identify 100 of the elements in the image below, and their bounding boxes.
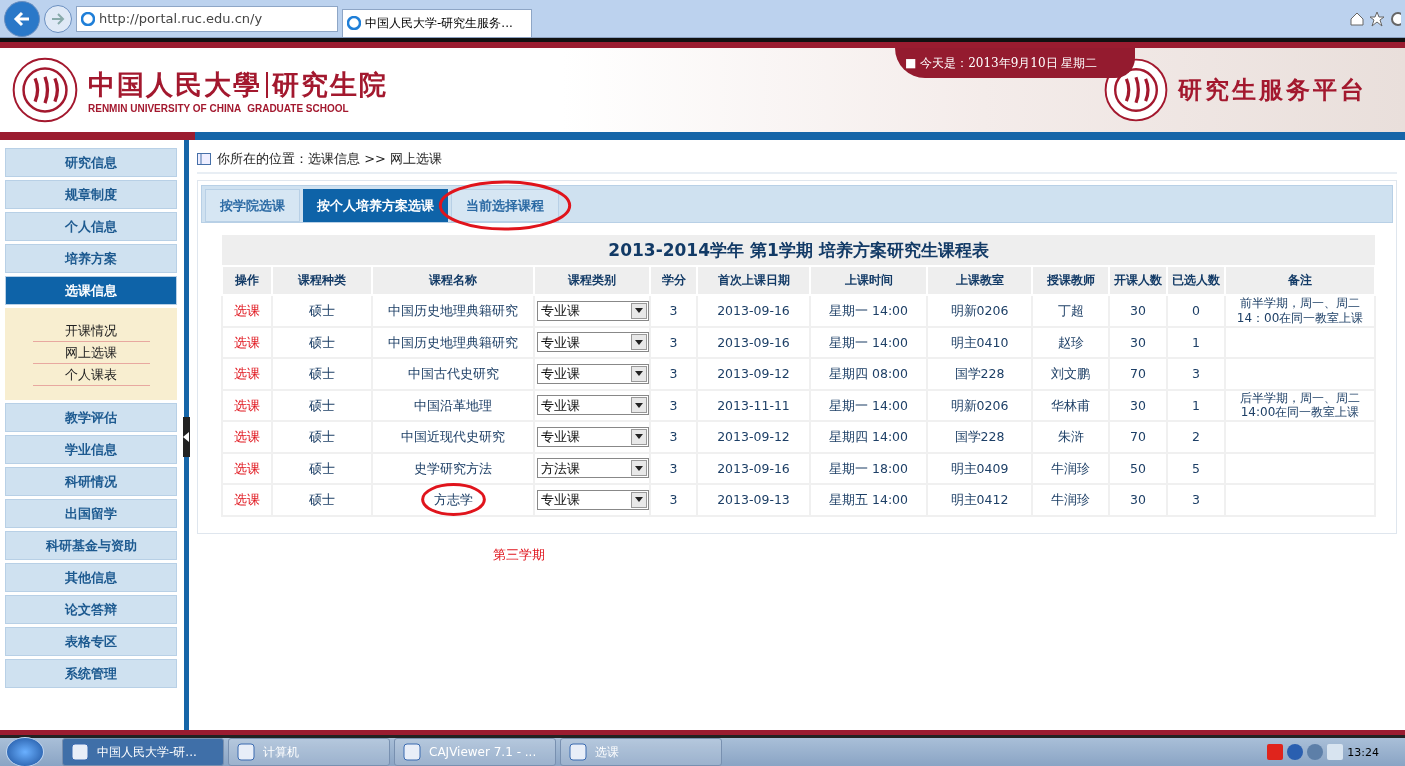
sidebar-item[interactable]: 科研基金与资助 bbox=[5, 531, 178, 560]
table-cell: 3 bbox=[650, 484, 697, 516]
taskbar-item[interactable]: 中国人民大学-研... bbox=[62, 738, 224, 766]
forward-button[interactable] bbox=[44, 4, 72, 33]
browser-icon bbox=[347, 16, 361, 30]
sidebar-item[interactable]: 个人信息 bbox=[5, 212, 178, 241]
column-header: 已选人数 bbox=[1167, 266, 1225, 295]
table-cell: 前半学期，周一、周二14：00在同一教室上课 bbox=[1225, 295, 1376, 327]
sidebar-item[interactable]: 研究信息 bbox=[5, 148, 178, 177]
table-cell: 2013-09-12 bbox=[697, 421, 810, 453]
table-cell: 2013-09-12 bbox=[697, 358, 810, 390]
sidebar-item[interactable]: 培养方案 bbox=[5, 244, 178, 273]
table-cell: 明主0412 bbox=[927, 484, 1032, 516]
table-cell: 3 bbox=[1167, 484, 1225, 516]
table-cell: 2013-09-16 bbox=[697, 452, 810, 484]
home-icon[interactable] bbox=[1349, 10, 1365, 27]
tab[interactable]: 按学院选课 bbox=[205, 189, 300, 222]
sidebar-item[interactable]: 规章制度 bbox=[5, 180, 178, 209]
platform-title: 研究生服务平台 bbox=[1178, 74, 1367, 106]
select-course-link[interactable]: 选课 bbox=[222, 295, 272, 327]
sidebar-item[interactable]: 出国留学 bbox=[5, 499, 178, 528]
category-dropdown[interactable]: 专业课 bbox=[537, 363, 649, 384]
table-cell: 后半学期，周一、周二14:00在同一教室上课 bbox=[1225, 389, 1376, 421]
table-cell: 星期五 14:00 bbox=[810, 484, 927, 516]
table-cell: 硕士 bbox=[272, 326, 372, 358]
table-cell: 国学228 bbox=[927, 358, 1032, 390]
select-course-link[interactable]: 选课 bbox=[222, 326, 272, 358]
sidebar-item[interactable]: 表格专区 bbox=[5, 627, 178, 656]
category-dropdown[interactable]: 方法课 bbox=[537, 458, 649, 479]
start-button[interactable] bbox=[6, 737, 44, 766]
sidebar-item[interactable]: 其他信息 bbox=[5, 563, 178, 592]
table-cell: 中国沿革地理 bbox=[372, 389, 534, 421]
table-cell: 中国近现代史研究 bbox=[372, 421, 534, 453]
column-header: 上课时间 bbox=[810, 266, 927, 295]
address-text: http://portal.ruc.edu.cn/y bbox=[99, 11, 263, 26]
table-cell: 2 bbox=[1167, 421, 1225, 453]
submenu-item[interactable]: 开课情况 bbox=[32, 320, 150, 342]
location-icon bbox=[197, 153, 211, 165]
browser-icon bbox=[81, 11, 95, 26]
sidebar-item[interactable]: 论文答辩 bbox=[5, 595, 178, 624]
table-cell: 中国古代史研究 bbox=[372, 358, 534, 390]
select-course-link[interactable]: 选课 bbox=[222, 421, 272, 453]
department-name-english: GRADUATE SCHOOL bbox=[247, 102, 349, 114]
table-cell: 硕士 bbox=[272, 484, 372, 516]
table-cell: 70 bbox=[1109, 421, 1167, 453]
caret-icon bbox=[635, 497, 643, 503]
table-cell: 硕士 bbox=[272, 389, 372, 421]
annotation-ellipse bbox=[421, 484, 485, 516]
school-name-english: RENMIN UNIVERSITY OF CHINA bbox=[88, 102, 242, 114]
forward-arrow-icon bbox=[51, 11, 65, 26]
collapse-handle[interactable] bbox=[183, 417, 191, 457]
table-cell: 1 bbox=[1167, 326, 1225, 358]
table-cell: 3 bbox=[650, 358, 697, 390]
school-name: 中国人民大學 bbox=[88, 67, 262, 102]
tab[interactable]: 当前选择课程 bbox=[451, 189, 559, 222]
table-cell: 方志学 bbox=[372, 484, 534, 516]
sidebar-item[interactable]: 学业信息 bbox=[5, 435, 178, 464]
app-icon bbox=[403, 743, 421, 761]
tab[interactable]: 按个人培养方案选课 bbox=[303, 189, 448, 222]
sidebar-item[interactable]: 科研情况 bbox=[5, 467, 178, 496]
select-course-link[interactable]: 选课 bbox=[222, 389, 272, 421]
table-cell: 史学研究方法 bbox=[372, 452, 534, 484]
browser-tab[interactable]: 中国人民大学-研究生服务... bbox=[342, 8, 532, 37]
caret-icon bbox=[635, 465, 643, 471]
select-course-link[interactable]: 选课 bbox=[222, 484, 272, 516]
table-cell: 5 bbox=[1167, 452, 1225, 484]
sidebar-item[interactable]: 教学评估 bbox=[5, 403, 178, 432]
category-dropdown[interactable]: 专业课 bbox=[537, 300, 649, 321]
university-seal-icon bbox=[12, 57, 78, 123]
category-dropdown[interactable]: 专业课 bbox=[537, 395, 649, 416]
category-dropdown[interactable]: 专业课 bbox=[537, 426, 649, 447]
table-cell: 明新0206 bbox=[927, 389, 1032, 421]
select-course-link[interactable]: 选课 bbox=[222, 358, 272, 390]
star-icon[interactable] bbox=[1369, 10, 1385, 27]
table-cell: 牛润珍 bbox=[1032, 452, 1109, 484]
category-dropdown[interactable]: 专业课 bbox=[537, 332, 649, 353]
table-cell: 星期四 14:00 bbox=[810, 421, 927, 453]
table-cell: 赵珍 bbox=[1032, 326, 1109, 358]
column-header: 上课教室 bbox=[927, 266, 1032, 295]
clock: 13:24 bbox=[1347, 745, 1379, 759]
back-button[interactable] bbox=[4, 0, 40, 37]
column-header: 学分 bbox=[650, 266, 697, 295]
app-icon bbox=[237, 743, 255, 761]
table-cell: 3 bbox=[650, 421, 697, 453]
sidebar-item[interactable]: 系统管理 bbox=[5, 659, 178, 688]
table-cell: 星期一 14:00 bbox=[810, 295, 927, 327]
address-field[interactable]: http://portal.ruc.edu.cn/y bbox=[76, 5, 338, 32]
column-header: 课程种类 bbox=[272, 266, 372, 295]
sidebar-item[interactable]: 选课信息 bbox=[5, 276, 178, 305]
table-cell: 0 bbox=[1167, 295, 1225, 327]
column-header: 课程类别 bbox=[534, 266, 650, 295]
column-header: 备注 bbox=[1225, 266, 1376, 295]
table-cell: 50 bbox=[1109, 452, 1167, 484]
select-course-link[interactable]: 选课 bbox=[222, 452, 272, 484]
submenu-item[interactable]: 个人课表 bbox=[32, 364, 150, 386]
table-cell: 3 bbox=[650, 452, 697, 484]
table-cell: 硕士 bbox=[272, 452, 372, 484]
app-icon bbox=[71, 743, 89, 761]
category-dropdown[interactable]: 专业课 bbox=[537, 489, 649, 510]
submenu-item[interactable]: 网上选课 bbox=[32, 342, 150, 364]
